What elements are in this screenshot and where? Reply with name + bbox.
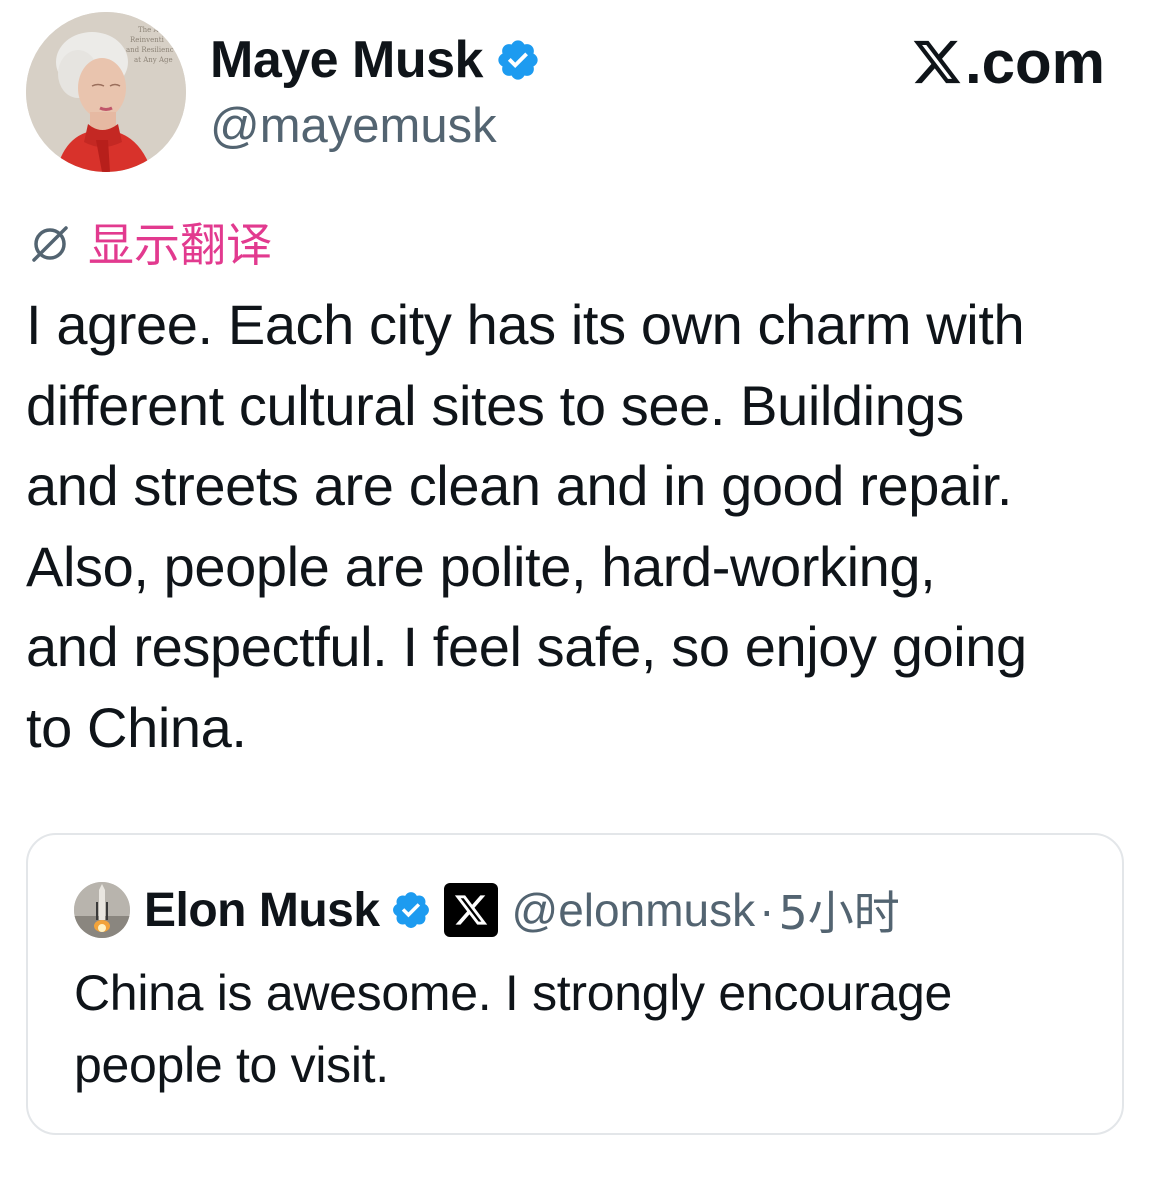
author-name-row: Maye Musk: [210, 28, 541, 92]
tweet-text: I agree. Each city has its own charm wit…: [26, 285, 1136, 768]
quoted-author-handle[interactable]: @elonmusk: [512, 883, 756, 937]
x-affiliation-badge-icon: [443, 883, 498, 937]
verified-badge-icon: [498, 40, 538, 80]
tweet-text-line: and respectful. I feel safe, so enjoy go…: [26, 615, 1027, 678]
show-translation-link[interactable]: 显示翻译: [26, 212, 272, 272]
author-handle[interactable]: @mayemusk: [210, 98, 497, 154]
translate-icon: [32, 226, 68, 262]
author-avatar[interactable]: The A Reinventi and Resilienc at Any Age: [26, 12, 186, 172]
author-display-name[interactable]: Maye Musk: [210, 30, 483, 90]
quoted-tweet-text-line: people to visit.: [74, 1037, 389, 1093]
avatar-book-text-3: and Resilienc: [126, 46, 174, 54]
dot-separator: ·: [759, 884, 775, 936]
verified-badge-icon: [392, 892, 429, 928]
site-logo: .com: [911, 28, 1105, 96]
quoted-tweet-header: Elon Musk @elonmusk · 5小时: [74, 881, 900, 940]
x-logo-icon: [913, 40, 961, 84]
quoted-author-avatar[interactable]: [74, 882, 130, 938]
quoted-tweet-timestamp[interactable]: 5小时: [778, 877, 899, 943]
show-translation-label: 显示翻译: [88, 218, 272, 272]
avatar-book-text-1: The A: [138, 26, 160, 34]
tweet-text-line: to China.: [26, 695, 247, 759]
quoted-author-display-name[interactable]: Elon Musk: [144, 883, 380, 938]
quoted-tweet-text-line: China is awesome. I strongly encourage: [74, 965, 952, 1021]
avatar-book-text-4: at Any Age: [134, 56, 173, 64]
tweet-text-line: and streets are clean and in good repair…: [26, 454, 1013, 517]
tweet-text-line: I agree. Each city has its own charm wit…: [26, 293, 1025, 356]
site-logo-text: .com: [964, 28, 1105, 96]
tweet-text-line: Also, people are polite, hard-working,: [26, 534, 936, 598]
quoted-tweet-text: China is awesome. I strongly encourage p…: [74, 957, 1084, 1101]
quoted-tweet-card[interactable]: Elon Musk @elonmusk · 5小时 China is aweso…: [26, 833, 1124, 1135]
tweet-text-line: different cultural sites to see. Buildin…: [26, 373, 964, 437]
avatar-book-text-2: Reinventi: [130, 36, 165, 44]
